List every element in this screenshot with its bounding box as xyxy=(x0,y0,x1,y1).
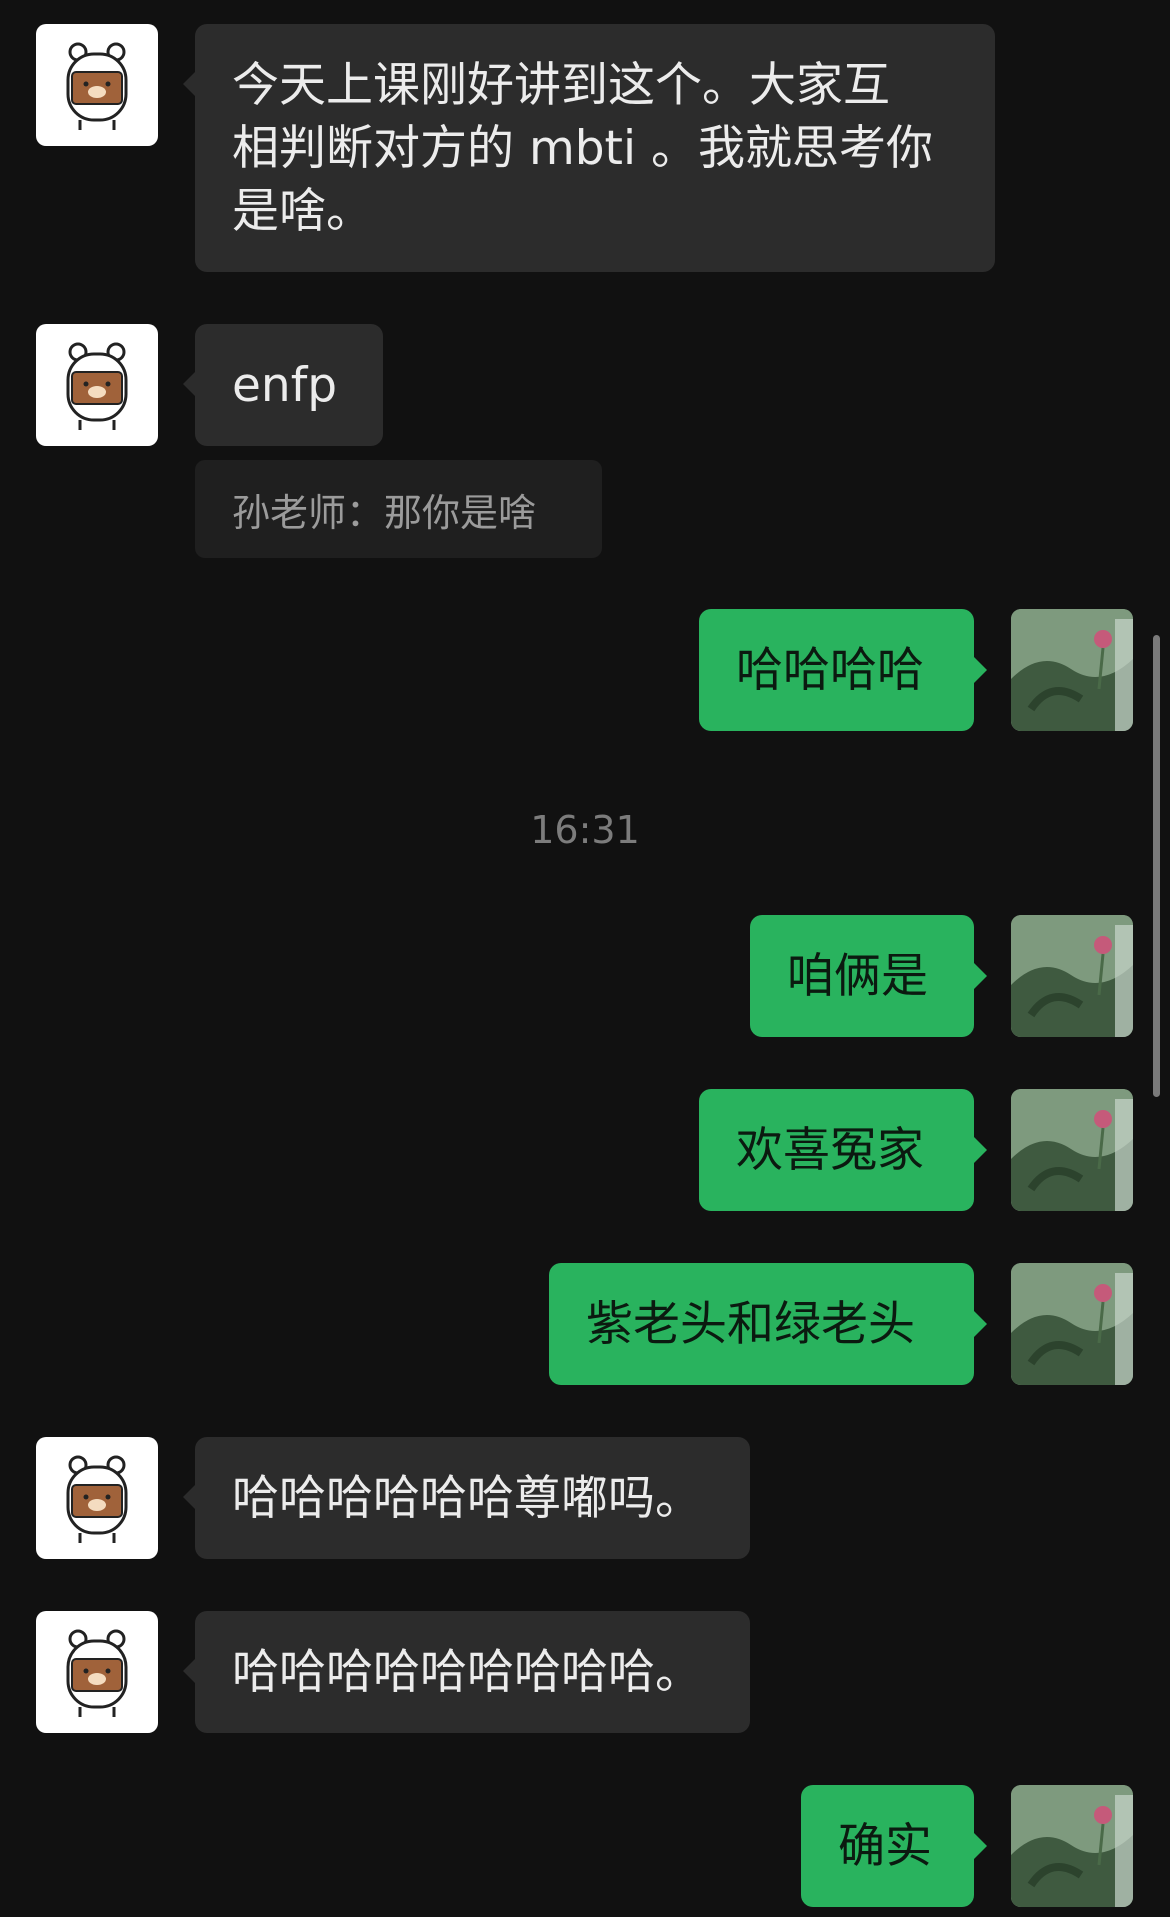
self-avatar[interactable] xyxy=(1011,609,1133,731)
contact-avatar[interactable] xyxy=(36,324,158,446)
message-text: 欢喜冤家 xyxy=(736,1122,924,1178)
message-text: 哈哈哈哈 xyxy=(736,642,924,698)
contact-avatar[interactable] xyxy=(36,24,158,146)
self-avatar[interactable] xyxy=(1011,915,1133,1037)
contact-avatar[interactable] xyxy=(36,1437,158,1559)
self-avatar[interactable] xyxy=(1011,1785,1133,1907)
quoted-reply[interactable]: 孙老师：那你是啥 xyxy=(195,460,602,558)
message-bubble[interactable]: 今天上课刚好讲到这个。大家互 相判断对方的 mbti 。我就思考你 是啥。 xyxy=(183,24,995,272)
message-bubble[interactable]: 紫老头和绿老头 xyxy=(549,1263,987,1385)
message-bubble[interactable]: 欢喜冤家 xyxy=(699,1089,987,1211)
message-bubble[interactable]: 哈哈哈哈哈哈哈哈哈。 xyxy=(183,1611,750,1733)
message-bubble[interactable]: 哈哈哈哈 xyxy=(699,609,987,731)
flower-photo-avatar xyxy=(1011,1263,1133,1385)
message-bubble[interactable]: 确实 xyxy=(801,1785,987,1907)
message-text: 今天上课刚好讲到这个。大家互 相判断对方的 mbti 。我就思考你 是啥。 xyxy=(232,57,933,239)
message-text: 咱俩是 xyxy=(787,948,928,1004)
message-bubble[interactable]: 咱俩是 xyxy=(750,915,987,1037)
bear-avatar-icon xyxy=(36,1611,158,1733)
scrollbar[interactable] xyxy=(1153,635,1160,1097)
bear-avatar-icon xyxy=(36,324,158,446)
quoted-text: 孙老师：那你是啥 xyxy=(232,490,537,535)
flower-photo-avatar xyxy=(1011,609,1133,731)
flower-photo-avatar xyxy=(1011,915,1133,1037)
self-avatar[interactable] xyxy=(1011,1263,1133,1385)
self-avatar[interactable] xyxy=(1011,1089,1133,1211)
flower-photo-avatar xyxy=(1011,1089,1133,1211)
contact-avatar[interactable] xyxy=(36,1611,158,1733)
flower-photo-avatar xyxy=(1011,1785,1133,1907)
message-text: enfp xyxy=(232,357,338,413)
message-bubble[interactable]: enfp xyxy=(183,324,383,446)
message-text: 确实 xyxy=(838,1818,932,1874)
message-text: 哈哈哈哈哈哈哈哈哈。 xyxy=(232,1644,702,1700)
bear-avatar-icon xyxy=(36,1437,158,1559)
message-text: 哈哈哈哈哈哈尊嘟吗。 xyxy=(232,1470,702,1526)
message-bubble[interactable]: 哈哈哈哈哈哈尊嘟吗。 xyxy=(183,1437,750,1559)
timestamp: 16:31 xyxy=(530,808,640,852)
message-text: 紫老头和绿老头 xyxy=(586,1296,915,1352)
bear-avatar-icon xyxy=(36,24,158,146)
